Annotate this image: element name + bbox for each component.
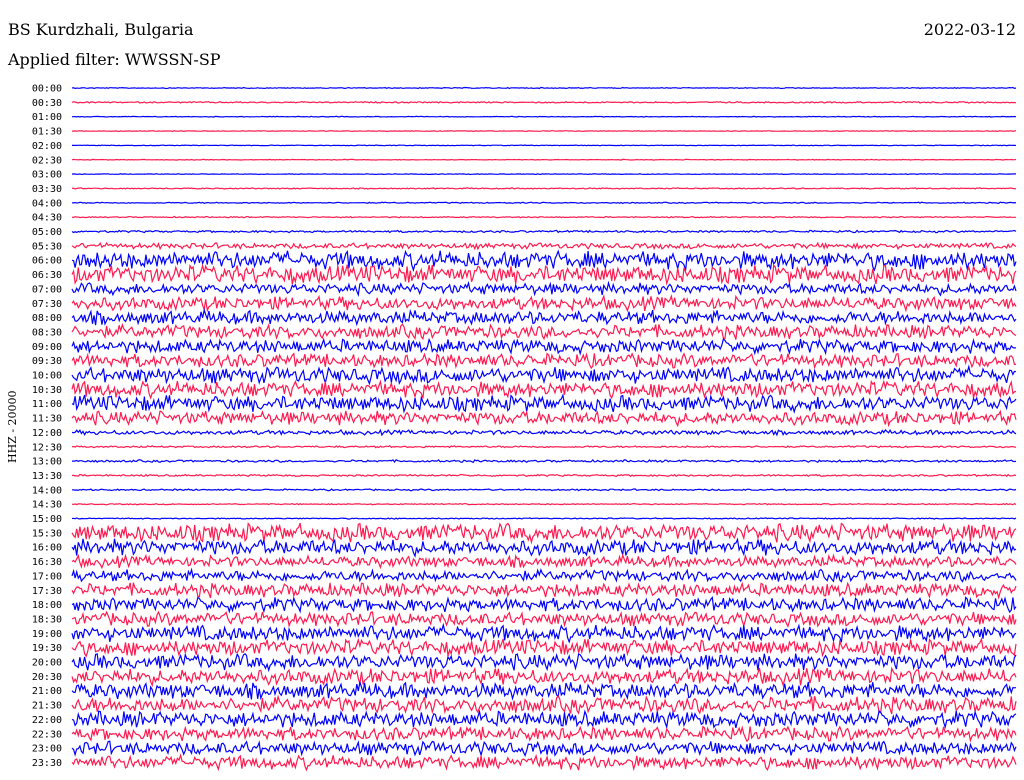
time-tick-label: 06:00 xyxy=(32,256,62,267)
time-tick-label: 20:00 xyxy=(32,658,62,669)
trace-line xyxy=(71,622,1017,644)
trace-line xyxy=(72,458,1017,464)
time-tick-label: 09:30 xyxy=(32,356,62,367)
time-tick-label: 21:30 xyxy=(32,701,62,712)
time-tick-label: 08:30 xyxy=(32,327,62,338)
trace-line xyxy=(71,337,1017,356)
trace-line xyxy=(71,666,1017,688)
time-tick-label: 18:00 xyxy=(32,600,62,611)
time-tick-label: 08:00 xyxy=(32,313,62,324)
trace-line xyxy=(71,307,1017,327)
time-tick-label: 10:00 xyxy=(32,371,62,382)
time-tick-label: 04:30 xyxy=(32,213,62,224)
time-tick-label: 13:30 xyxy=(32,471,62,482)
trace-line xyxy=(71,709,1017,730)
time-tick-label: 11:30 xyxy=(32,414,62,425)
trace-line xyxy=(71,229,1017,234)
trace-line xyxy=(71,86,1017,90)
time-tick-label: 02:30 xyxy=(32,155,62,166)
trace-line xyxy=(71,352,1017,370)
trace-line xyxy=(71,581,1017,600)
time-tick-label: 20:30 xyxy=(32,672,62,683)
time-tick-label: 05:30 xyxy=(32,241,62,252)
trace-line xyxy=(71,502,1017,506)
trace-line xyxy=(71,187,1017,190)
trace-line xyxy=(72,115,1017,118)
trace-line xyxy=(71,610,1017,628)
trace-line xyxy=(71,725,1017,743)
time-tick-label: 02:00 xyxy=(32,141,62,152)
time-tick-label: 01:00 xyxy=(32,112,62,123)
trace-line xyxy=(71,522,1017,545)
time-tick-label: 14:30 xyxy=(32,500,62,511)
time-tick-label: 16:30 xyxy=(32,557,62,568)
time-tick-label: 12:00 xyxy=(32,428,62,439)
trace-line xyxy=(71,488,1017,492)
time-tick-label: 14:00 xyxy=(32,485,62,496)
time-tick-label: 15:30 xyxy=(32,528,62,539)
trace-line xyxy=(72,473,1017,478)
trace-line xyxy=(71,158,1017,161)
time-tick-label: 17:30 xyxy=(32,586,62,597)
trace-line xyxy=(71,294,1017,313)
time-tick-label: 21:00 xyxy=(32,686,62,697)
time-tick-label: 00:30 xyxy=(32,98,62,109)
trace-line xyxy=(71,740,1017,757)
trace-line xyxy=(71,364,1017,386)
time-tick-label: 18:30 xyxy=(32,614,62,625)
y-axis-label: HHZ - 20000 xyxy=(6,390,19,463)
trace-line xyxy=(71,444,1017,449)
trace-line xyxy=(71,393,1017,414)
time-tick-label: 22:30 xyxy=(32,729,62,740)
trace-line xyxy=(71,241,1017,251)
time-tick-label: 11:00 xyxy=(32,399,62,410)
trace-line xyxy=(71,173,1016,176)
trace-line xyxy=(71,694,1017,715)
time-tick-label: 04:00 xyxy=(32,198,62,209)
trace-line xyxy=(71,681,1017,701)
time-tick-label: 23:30 xyxy=(32,758,62,769)
trace-line xyxy=(71,553,1017,570)
time-tick-label: 06:30 xyxy=(32,270,62,281)
trace-line xyxy=(71,428,1017,437)
time-tick-label: 16:00 xyxy=(32,543,62,554)
trace-line xyxy=(72,144,1017,147)
time-tick-label: 15:00 xyxy=(32,514,62,525)
time-tick-label: 17:00 xyxy=(32,571,62,582)
time-tick-label: 19:00 xyxy=(32,629,62,640)
time-tick-label: 07:30 xyxy=(32,299,62,310)
trace-line xyxy=(71,537,1017,558)
seismogram-plot: 00:00 00:30 01:00 01:30 02:00 02:30 03:00 03:30… xyxy=(32,84,1017,772)
trace-line xyxy=(72,130,1017,133)
trace-line xyxy=(71,567,1017,583)
trace-line xyxy=(71,322,1017,341)
time-tick-label: 22:00 xyxy=(32,715,62,726)
trace-line xyxy=(71,201,1017,205)
trace-line xyxy=(71,652,1017,673)
time-tick-label: 03:00 xyxy=(32,170,62,181)
trace-line xyxy=(71,636,1017,658)
trace-line xyxy=(71,100,1017,104)
time-tick-label: 09:00 xyxy=(32,342,62,353)
time-tick-label: 19:30 xyxy=(32,643,62,654)
time-tick-label: 07:00 xyxy=(32,284,62,295)
trace-line xyxy=(71,517,1017,520)
time-tick-label: 23:00 xyxy=(32,744,62,755)
trace-line xyxy=(71,263,1017,286)
time-tick-label: 13:00 xyxy=(32,457,62,468)
time-tick-label: 00:00 xyxy=(32,84,62,95)
time-tick-label: 12:30 xyxy=(32,442,62,453)
time-tick-label: 10:30 xyxy=(32,385,62,396)
trace-line xyxy=(71,753,1017,772)
time-tick-label: 05:00 xyxy=(32,227,62,238)
trace-line xyxy=(71,596,1017,614)
trace-line xyxy=(71,409,1017,428)
time-tick-label: 01:30 xyxy=(32,127,62,138)
trace-line xyxy=(71,280,1017,298)
time-tick-label: 03:30 xyxy=(32,184,62,195)
trace-line xyxy=(71,215,1016,219)
